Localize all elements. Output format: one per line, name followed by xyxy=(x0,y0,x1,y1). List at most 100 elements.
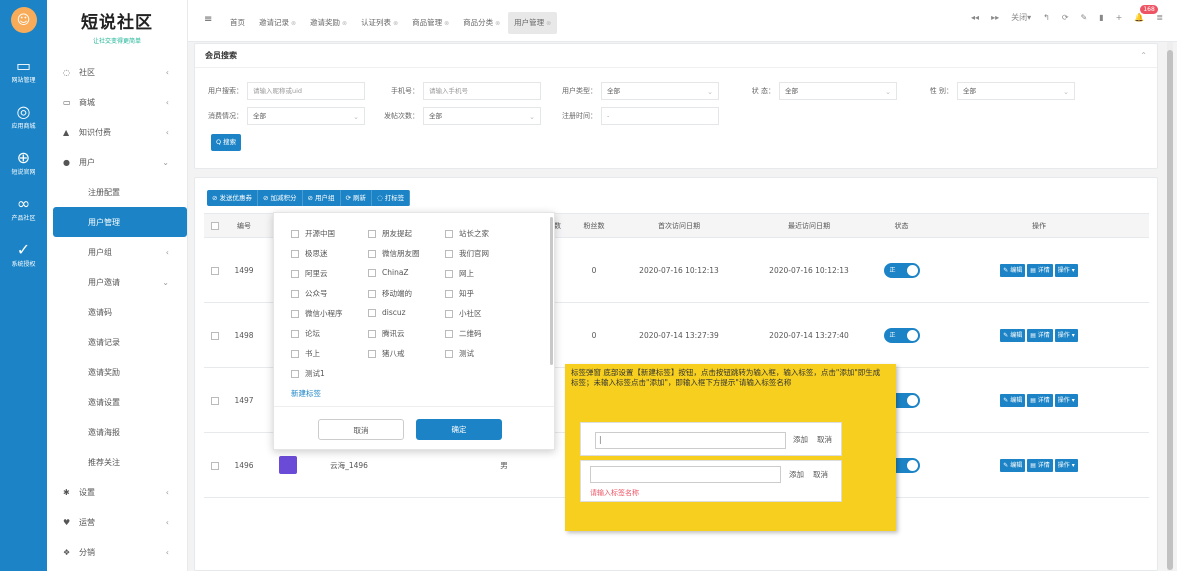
operation-dropdown-button[interactable]: 操作 ▾ xyxy=(1054,393,1078,407)
tab-invite-rewards[interactable]: 邀请奖励 ⊗ xyxy=(304,12,353,34)
tag-checkbox[interactable] xyxy=(291,249,299,258)
clean-icon[interactable]: ✎ xyxy=(1081,13,1088,22)
add-tag-link[interactable]: 添加 xyxy=(793,435,808,445)
tab-home[interactable]: 首页 xyxy=(224,12,251,34)
tag-option[interactable]: 公众号 xyxy=(291,288,328,299)
sidebar-item[interactable]: ✱ 设置 ‹ xyxy=(47,477,187,507)
tag-option[interactable]: 微信小程序 xyxy=(291,308,343,319)
gender-select[interactable]: 全部 ⌄ xyxy=(957,82,1075,100)
tag-option[interactable]: 书上 xyxy=(291,348,320,359)
rail-item-community[interactable]: ∞ 产品社区 xyxy=(0,185,47,231)
rail-item-license[interactable]: ✓ 系统授权 xyxy=(0,231,47,277)
back-icon[interactable]: ↰ xyxy=(1043,13,1050,22)
operation-dropdown-button[interactable]: 操作 ▾ xyxy=(1054,263,1078,277)
edit-button[interactable]: ✎ 编辑 xyxy=(1000,328,1026,342)
tag-option[interactable]: 微信朋友圈 xyxy=(368,248,420,259)
user-type-select[interactable]: 全部 ⌄ xyxy=(601,82,719,100)
tag-checkbox[interactable] xyxy=(291,369,299,378)
phone-input[interactable]: 请输入手机号 xyxy=(423,82,541,100)
new-tag-link[interactable]: 新建标签 xyxy=(291,388,321,399)
new-tag-input[interactable]: | xyxy=(595,432,786,449)
popup-cancel-button[interactable]: 取消 xyxy=(318,419,404,440)
tag-checkbox[interactable] xyxy=(445,289,453,298)
reg-time-input[interactable]: - xyxy=(601,107,719,125)
close-icon[interactable]: ⊗ xyxy=(495,20,500,27)
row-checkbox[interactable] xyxy=(211,266,219,275)
operation-dropdown-button[interactable]: 操作 ▾ xyxy=(1054,328,1078,342)
edit-button[interactable]: ✎ 编辑 xyxy=(1000,393,1026,407)
tag-option[interactable]: 知乎 xyxy=(445,288,474,299)
tab-goods[interactable]: 商品管理 ⊗ xyxy=(406,12,455,34)
detail-button[interactable]: ▤ 详情 xyxy=(1027,263,1053,277)
tag-option[interactable]: 测试 xyxy=(445,348,474,359)
column-header[interactable]: 最近访问日期 xyxy=(744,213,874,238)
tab-invite-records[interactable]: 邀请记录 ⊗ xyxy=(253,12,302,34)
tag-checkbox[interactable] xyxy=(445,229,453,238)
user-group-button[interactable]: ⊘ 用户组 xyxy=(302,190,341,206)
trash-icon[interactable]: ▮ xyxy=(1099,13,1103,22)
tag-checkbox[interactable] xyxy=(368,329,376,338)
list-icon[interactable]: ≣ xyxy=(1156,13,1163,22)
close-menu-button[interactable]: 关闭▾ xyxy=(1011,12,1031,23)
sidebar-item[interactable]: 注册配置 xyxy=(47,177,187,207)
sidebar-item[interactable]: 用户管理 xyxy=(53,207,187,237)
tag-button[interactable]: ◌ 打标签 xyxy=(372,190,411,206)
send-coupon-button[interactable]: ⊘ 发送优惠券 xyxy=(207,190,259,206)
tag-option[interactable]: discuz xyxy=(368,308,406,317)
tag-checkbox[interactable] xyxy=(445,349,453,358)
tag-option[interactable]: 开源中国 xyxy=(291,228,335,239)
sidebar-item[interactable]: 用户组 ‹ xyxy=(47,237,187,267)
tab-auth-list[interactable]: 认证列表 ⊗ xyxy=(355,12,404,34)
sidebar-item[interactable]: 邀请记录 xyxy=(47,327,187,357)
user-search-input[interactable]: 请输入昵称或uid xyxy=(247,82,365,100)
sidebar-item[interactable]: 邀请码 xyxy=(47,297,187,327)
column-header[interactable]: 首次访问日期 xyxy=(614,213,744,238)
tag-checkbox[interactable] xyxy=(368,229,376,238)
sidebar-item[interactable]: ♥ 运营 ‹ xyxy=(47,507,187,537)
close-icon[interactable]: ⊗ xyxy=(342,20,347,27)
rail-item-store[interactable]: ◎ 应用商城 xyxy=(0,93,47,139)
rewind-icon[interactable]: ◂◂ xyxy=(971,13,979,22)
sidebar-item[interactable]: ▭ 商城 ‹ xyxy=(47,87,187,117)
row-checkbox[interactable] xyxy=(211,331,219,340)
scrollbar-thumb[interactable] xyxy=(1167,50,1173,570)
sidebar-item[interactable]: ▲ 知识付费 ‹ xyxy=(47,117,187,147)
sidebar-item[interactable]: ● 用户 ⌄ xyxy=(47,147,187,177)
tag-checkbox[interactable] xyxy=(368,308,376,317)
add-tag-link[interactable]: 添加 xyxy=(789,470,804,480)
edit-button[interactable]: ✎ 编辑 xyxy=(1000,263,1026,277)
adjust-points-button[interactable]: ⊘ 加减积分 xyxy=(258,190,303,206)
sidebar-item[interactable]: 推荐关注 xyxy=(47,447,187,477)
tag-option[interactable]: 阿里云 xyxy=(291,268,328,279)
sidebar-item[interactable]: 邀请奖励 xyxy=(47,357,187,387)
search-button[interactable]: Q 搜索 xyxy=(211,134,242,151)
sidebar-item[interactable]: ❖ 分销 ‹ xyxy=(47,537,187,567)
close-icon[interactable]: ⊗ xyxy=(393,20,398,27)
sidebar-item[interactable]: 邀请设置 xyxy=(47,387,187,417)
tag-checkbox[interactable] xyxy=(368,349,376,358)
sidebar-item[interactable]: 用户邀请 ⌄ xyxy=(47,267,187,297)
tag-option[interactable]: 极思迷 xyxy=(291,248,328,259)
sidebar-item[interactable]: 邀请海报 xyxy=(47,417,187,447)
detail-button[interactable]: ▤ 详情 xyxy=(1027,328,1053,342)
new-tag-input-empty[interactable] xyxy=(590,466,781,483)
tag-option[interactable]: 小社区 xyxy=(445,308,482,319)
tag-checkbox[interactable] xyxy=(445,329,453,338)
close-icon[interactable]: ⊗ xyxy=(444,20,449,27)
close-icon[interactable]: ⊗ xyxy=(291,20,296,27)
row-checkbox[interactable] xyxy=(211,461,219,470)
tab-user-management[interactable]: 用户管理 ⊗ xyxy=(508,12,558,34)
edit-button[interactable]: ✎ 编辑 xyxy=(1000,458,1026,472)
page-scrollbar[interactable] xyxy=(1167,42,1173,571)
post-count-select[interactable]: 全部 ⌄ xyxy=(423,107,541,125)
tag-checkbox[interactable] xyxy=(291,229,299,238)
chevron-up-icon[interactable]: ⌃ xyxy=(1140,51,1147,60)
close-icon[interactable]: ⊗ xyxy=(546,20,551,27)
popup-confirm-button[interactable]: 确定 xyxy=(416,419,502,440)
tag-checkbox[interactable] xyxy=(445,309,453,318)
sidebar-item[interactable]: ◌ 社区 ‹ xyxy=(47,57,187,87)
tag-checkbox[interactable] xyxy=(445,249,453,258)
column-header[interactable]: 编号 xyxy=(226,213,262,238)
tag-option[interactable]: 测试1 xyxy=(291,368,325,379)
tag-checkbox[interactable] xyxy=(291,269,299,278)
